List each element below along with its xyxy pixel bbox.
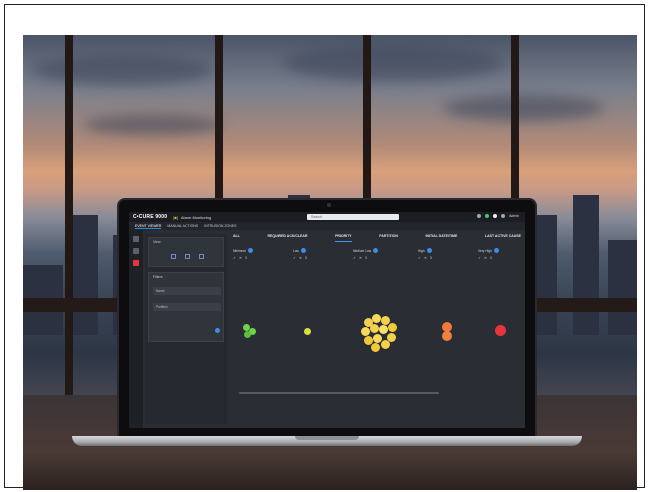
tab-initial-date-time[interactable]: INITIAL DATE/TIME: [426, 234, 458, 242]
rail-alarm-icon[interactable]: [133, 260, 139, 266]
count-value: 3: [489, 256, 492, 260]
app-brand: C•CURE 9000: [133, 214, 168, 220]
ack-icon[interactable]: ✓: [293, 256, 296, 260]
priority-column: High ✓ ✕ 3: [418, 248, 468, 260]
very-high-event-marker[interactable]: [495, 325, 506, 336]
minimum-event-marker[interactable]: [244, 331, 251, 338]
priority-column: Medium Low ✓ ✕ 3: [353, 248, 403, 260]
event-tabs: ALL REQUIRED ACK/CLEAR PRIORITY PARTITIO…: [233, 234, 521, 242]
medium-low-event-cluster[interactable]: [360, 312, 400, 352]
column-label: Low: [293, 248, 299, 253]
search-input[interactable]: Search: [307, 214, 399, 220]
ack-icon[interactable]: ✓: [418, 256, 421, 260]
module-icon: [■]: [173, 214, 178, 220]
column-label: Medium Low: [353, 248, 372, 253]
low-event-marker[interactable]: [304, 328, 311, 335]
camera-icon: [327, 203, 331, 207]
user-menu[interactable]: Admin: [509, 214, 519, 218]
count-value: 3: [244, 256, 247, 260]
count-value: 3: [364, 256, 367, 260]
link-icon[interactable]: [171, 329, 176, 334]
ack-icon[interactable]: ✓: [478, 256, 481, 260]
clear-icon[interactable]: ✕: [484, 256, 487, 260]
column-badge-icon: [300, 248, 306, 253]
edit-view-icon[interactable]: [199, 254, 204, 259]
laptop-notch: [295, 436, 359, 440]
column-badge-icon: [493, 248, 499, 253]
notification-icon[interactable]: [493, 214, 498, 218]
clear-icon[interactable]: ✕: [359, 256, 362, 260]
column-label: Very High: [478, 248, 492, 253]
side-panel: View Filters Name Partition: [145, 234, 227, 424]
subtab-manual-actions[interactable]: MANUAL ACTIONS: [167, 224, 198, 228]
clear-icon[interactable]: ✕: [424, 256, 427, 260]
count-value: 3: [304, 256, 307, 260]
subtab-event-viewer[interactable]: EVENT VIEWER: [135, 224, 162, 229]
name-filter-field[interactable]: Name: [153, 287, 221, 295]
ack-icon[interactable]: ✓: [233, 256, 236, 260]
app-window: C•CURE 9000 [■] Alarm Monitoring Search …: [129, 212, 525, 428]
laptop-screen-bezel: C•CURE 9000 [■] Alarm Monitoring Search …: [117, 198, 537, 438]
tab-partition[interactable]: PARTITION: [379, 234, 398, 242]
filters-label: Filters: [153, 275, 163, 279]
subtab-intrusion-zones[interactable]: INTRUSION ZONES: [204, 224, 236, 228]
ack-icon[interactable]: ✓: [353, 256, 356, 260]
top-bar: C•CURE 9000 [■] Alarm Monitoring Search …: [129, 212, 525, 222]
tab-all[interactable]: ALL: [233, 234, 240, 242]
tab-last-active-cause[interactable]: LAST ACTIVE CAUSE: [485, 234, 521, 242]
column-badge-icon: [373, 248, 379, 253]
status-icon[interactable]: [485, 214, 490, 218]
high-event-marker[interactable]: [442, 331, 452, 341]
add-filter-button[interactable]: [215, 328, 220, 333]
laptop-base: [72, 436, 582, 446]
priority-column: Very High ✓ ✕ 3: [478, 248, 525, 260]
module-selector[interactable]: Alarm Monitoring: [181, 215, 211, 220]
count-value: 3: [429, 256, 432, 260]
priority-column: Low ✓ ✕ 3: [293, 248, 343, 260]
clear-icon[interactable]: ✕: [299, 256, 302, 260]
column-badge-icon: [426, 248, 432, 253]
help-icon[interactable]: [501, 214, 506, 218]
side-rail: [129, 230, 143, 428]
rail-home-icon[interactable]: [133, 236, 139, 242]
view-box: View: [148, 237, 224, 267]
view-label: View: [153, 240, 161, 244]
sub-tab-bar: EVENT VIEWER MANUAL ACTIONS INTRUSION ZO…: [129, 222, 525, 230]
settings-icon[interactable]: [477, 214, 482, 218]
rail-events-icon[interactable]: [133, 248, 139, 254]
undo-icon[interactable]: [159, 329, 164, 334]
tab-priority[interactable]: PRIORITY: [335, 234, 352, 242]
priority-column: Minimum ✓ ✕ 3: [233, 248, 283, 260]
clear-icon[interactable]: ✕: [239, 256, 242, 260]
filters-box: Filters Name Partition: [148, 272, 224, 342]
tab-required-ack-clear[interactable]: REQUIRED ACK/CLEAR: [267, 234, 307, 242]
horizontal-scrollbar[interactable]: [239, 392, 439, 394]
column-label: Minimum: [233, 248, 246, 253]
column-label: High: [418, 248, 425, 253]
priority-columns: Minimum ✓ ✕ 3 Low ✓ ✕ 3 Medium Low ✓ ✕ 3 High …: [233, 248, 521, 268]
partition-filter-field[interactable]: Partition: [153, 303, 221, 311]
list-view-icon[interactable]: [185, 254, 190, 259]
column-badge-icon: [247, 248, 253, 253]
grid-view-icon[interactable]: [171, 254, 176, 259]
